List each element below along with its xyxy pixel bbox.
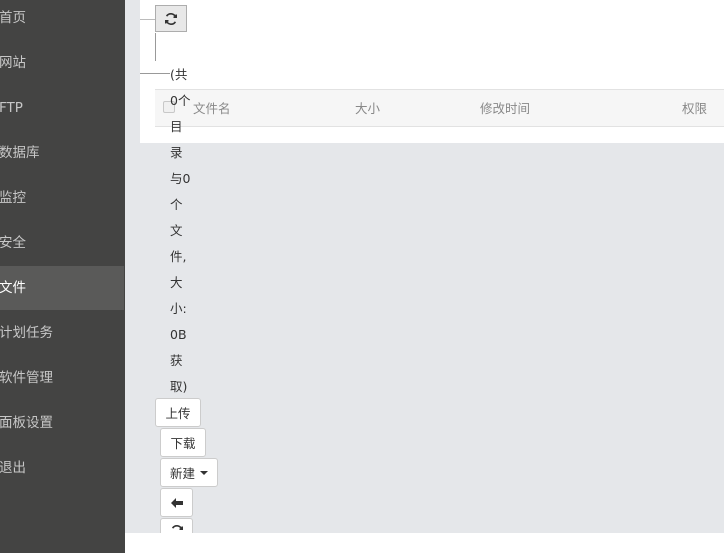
sidebar-item-home[interactable]: 首页 [0, 0, 124, 40]
sidebar-item-ftp[interactable]: FTP [0, 86, 124, 130]
refresh-icon [165, 12, 177, 25]
sidebar: 首页 网站 FTP 数据库 监控 安全 文件 计划任务 软件管理 面板设置 退出 [0, 0, 125, 553]
column-modified[interactable]: 修改时间 [480, 90, 530, 128]
arrow-left-icon [170, 497, 183, 508]
sidebar-item-security[interactable]: 安全 [0, 221, 124, 265]
sidebar-item-software[interactable]: 软件管理 [0, 356, 124, 400]
upload-label: 上传 [165, 406, 191, 421]
file-table-header: 文件名 大小 修改时间 权限 [155, 89, 724, 127]
caret-down-icon [200, 470, 208, 475]
sidebar-item-panel-settings[interactable]: 面板设置 [0, 401, 124, 445]
refresh-icon [171, 525, 183, 530]
sidebar-item-website[interactable]: 网站 [0, 41, 124, 85]
divider [155, 33, 156, 61]
refresh-button[interactable] [155, 5, 187, 32]
column-size[interactable]: 大小 [355, 90, 380, 128]
download-button[interactable]: 下载 [160, 428, 206, 457]
sidebar-item-logout[interactable]: 退出 [0, 446, 124, 490]
sidebar-item-monitor[interactable]: 监控 [0, 176, 124, 220]
sidebar-item-cron[interactable]: 计划任务 [0, 311, 124, 355]
column-filename[interactable]: 文件名 [193, 90, 231, 128]
new-button[interactable]: 新建 [160, 458, 218, 487]
divider [140, 73, 170, 74]
download-label: 下载 [170, 436, 196, 451]
sidebar-item-database[interactable]: 数据库 [0, 131, 124, 175]
back-button[interactable] [160, 488, 193, 517]
upload-button[interactable]: 上传 [155, 398, 201, 427]
new-label: 新建 [169, 466, 195, 481]
file-summary: (共0个目录与0个文件,大小:0B获取) [170, 67, 191, 394]
sidebar-item-files[interactable]: 文件 [0, 266, 124, 310]
bottom-strip [125, 533, 724, 553]
refresh-button-2[interactable] [160, 518, 193, 533]
divider [140, 19, 155, 20]
column-permission[interactable]: 权限 [682, 90, 707, 128]
